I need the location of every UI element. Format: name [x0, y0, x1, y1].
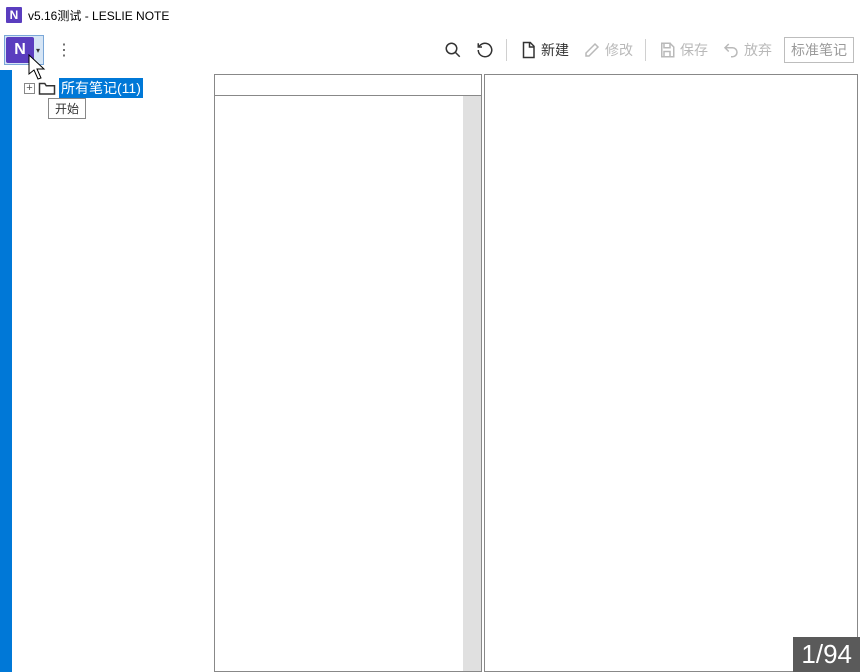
- folder-icon: [38, 80, 56, 96]
- note-type-field[interactable]: 标准笔记: [784, 37, 854, 63]
- title-bar: N v5.16测试 - LESLIE NOTE: [0, 0, 860, 30]
- edit-label: 修改: [605, 40, 633, 60]
- note-list[interactable]: [214, 96, 482, 672]
- undo-icon: [722, 41, 740, 59]
- refresh-button[interactable]: [470, 37, 500, 63]
- tree-root-label: 所有笔记(11): [59, 78, 143, 98]
- separator: [506, 39, 507, 61]
- tree-root-row[interactable]: + 所有笔记(11): [12, 78, 212, 98]
- new-label: 新建: [541, 40, 569, 60]
- start-menu-button[interactable]: N ▾: [4, 35, 44, 65]
- refresh-icon: [476, 41, 494, 59]
- app-small-icon: N: [6, 7, 22, 23]
- chevron-down-icon: ▾: [34, 46, 42, 55]
- more-icon[interactable]: ⋮: [48, 40, 72, 60]
- left-margin: [0, 70, 12, 672]
- document-icon: [519, 41, 537, 59]
- content-area: + 所有笔记(11) 开始: [0, 70, 860, 672]
- page-indicator: 1/94: [793, 637, 860, 672]
- folder-tree[interactable]: + 所有笔记(11) 开始: [12, 70, 212, 672]
- scrollbar[interactable]: [463, 96, 481, 671]
- note-list-pane: [214, 70, 484, 672]
- search-icon: [444, 41, 462, 59]
- save-button[interactable]: 保存: [652, 36, 714, 64]
- window-title: v5.16测试 - LESLIE NOTE: [28, 7, 169, 24]
- expand-icon[interactable]: +: [24, 83, 35, 94]
- toolbar: N ▾ ⋮ 新建 修改 保存 放弃 标准笔记: [0, 30, 860, 70]
- filter-input[interactable]: [214, 74, 482, 96]
- save-label: 保存: [680, 40, 708, 60]
- edit-icon: [583, 41, 601, 59]
- note-type-label: 标准笔记: [791, 42, 847, 58]
- new-button[interactable]: 新建: [513, 36, 575, 64]
- edit-button[interactable]: 修改: [577, 36, 639, 64]
- save-icon: [658, 41, 676, 59]
- search-button[interactable]: [438, 37, 468, 63]
- editor-pane[interactable]: [484, 74, 858, 672]
- tooltip: 开始: [48, 98, 86, 119]
- discard-button[interactable]: 放弃: [716, 36, 778, 64]
- separator: [645, 39, 646, 61]
- app-logo-icon: N: [6, 37, 34, 63]
- discard-label: 放弃: [744, 40, 772, 60]
